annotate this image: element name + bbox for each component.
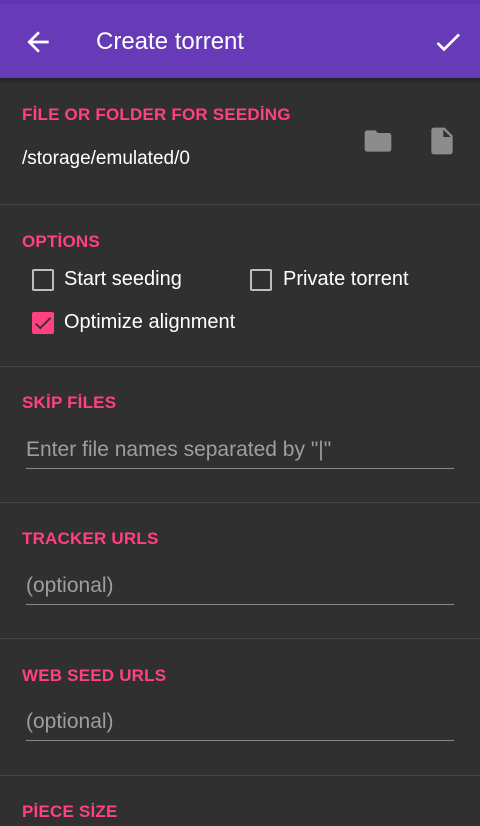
divider [0, 366, 480, 367]
web-seed-urls-heading: WEB SEED URLS [22, 666, 167, 685]
tracker-urls-input[interactable] [26, 568, 454, 604]
options-heading: OPTİONS [22, 232, 100, 251]
source-path[interactable]: /storage/emulated/0 [22, 148, 190, 170]
app-bar: Create torrent [0, 0, 480, 78]
skip-files-heading: SKİP FİLES [22, 393, 117, 412]
tracker-urls-heading: TRACKER URLS [22, 529, 159, 548]
check-icon[interactable] [432, 26, 464, 58]
page-title: Create torrent [96, 28, 245, 55]
file-icon[interactable] [426, 125, 458, 157]
skip-files-field [26, 432, 454, 469]
divider [0, 502, 480, 503]
divider [0, 775, 480, 776]
tracker-urls-field [26, 568, 454, 605]
web-seed-urls-field [26, 704, 454, 741]
private-torrent-checkbox[interactable] [250, 269, 272, 291]
start-seeding-label[interactable]: Start seeding [64, 268, 182, 291]
piece-size-heading: PİECE SİZE [22, 802, 118, 821]
divider [0, 638, 480, 639]
private-torrent-label[interactable]: Private torrent [283, 268, 409, 291]
arrow-back-icon[interactable] [22, 26, 54, 58]
checkmark-icon [35, 317, 52, 330]
skip-files-input[interactable] [26, 432, 454, 468]
web-seed-urls-input[interactable] [26, 704, 454, 740]
optimize-alignment-checkbox[interactable] [32, 312, 54, 334]
source-heading: FİLE OR FOLDER FOR SEEDİNG [22, 105, 291, 124]
start-seeding-checkbox[interactable] [32, 269, 54, 291]
divider [0, 204, 480, 205]
optimize-alignment-label[interactable]: Optimize alignment [64, 311, 235, 334]
folder-icon[interactable] [362, 125, 394, 157]
